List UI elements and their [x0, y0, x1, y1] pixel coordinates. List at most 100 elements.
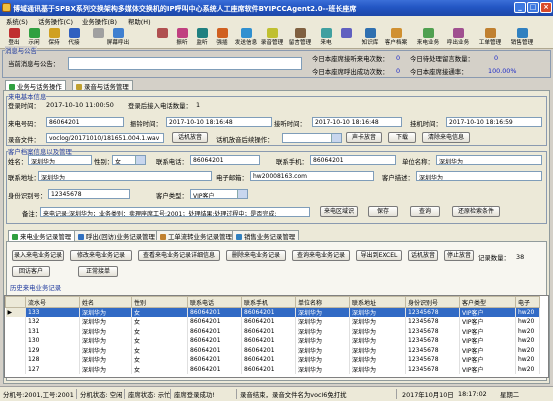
sales-mgmt-button[interactable]: 销售管理: [510, 28, 534, 48]
query-incoming-record-button[interactable]: 查询来电业务记录: [292, 250, 350, 261]
menu-help[interactable]: 帮助(H): [128, 17, 151, 26]
knowledge-base-button[interactable]: 知识库: [358, 28, 382, 48]
col-mobile[interactable]: 联系手机: [241, 296, 296, 308]
delete-incoming-record-button[interactable]: 删除来电业务记录: [226, 250, 286, 261]
soundcard-play-button[interactable]: 声卡放音: [346, 132, 382, 143]
mobile-field[interactable]: 86064201: [310, 155, 396, 165]
table-cell: 12345678: [405, 364, 460, 374]
customer-files-button[interactable]: 客户档案: [384, 28, 408, 48]
tel-field[interactable]: 86064201: [190, 155, 260, 165]
phone-play-button[interactable]: 话机放音: [172, 132, 208, 143]
table-row[interactable]: 128 深圳华为女 86064201 86064201 深圳华为 深圳华为 12345678…: [5, 355, 540, 365]
col-email[interactable]: 电子: [515, 296, 540, 308]
table-cell: 深圳华为: [79, 307, 132, 317]
table-cell: 86064201: [241, 355, 296, 365]
table-cell: 86064201: [241, 345, 296, 355]
table-row[interactable]: 130 深圳华为女 86064201 86064201 深圳华为 深圳华为 12345678…: [5, 336, 540, 346]
history-table[interactable]: 流水号 姓名 性别 联系电话 联系手机 单位名称 联系地址 身份识别号 客户类型…: [4, 295, 549, 378]
caller-field[interactable]: 86064201: [46, 117, 124, 127]
record-play-button[interactable]: 话机放音: [408, 250, 438, 261]
table-cell: hw20: [515, 307, 540, 317]
table-cell: 深圳华为: [79, 326, 132, 336]
maximize-button[interactable]: □: [527, 2, 539, 13]
sex-select[interactable]: 女: [112, 155, 146, 165]
incoming-icon: [320, 28, 332, 38]
outgoing-biz-button[interactable]: 呼出业务: [446, 28, 470, 48]
email-field[interactable]: hw20008163.com: [250, 171, 374, 181]
export-excel-button[interactable]: 导出到EXCEL: [356, 250, 402, 261]
col-address[interactable]: 联系地址: [349, 296, 406, 308]
outgoing-records-icon: [78, 234, 84, 240]
after-play-label: 话机放音后续操作：: [216, 136, 274, 144]
tab-incoming-records[interactable]: 来电业务记录管理: [8, 230, 76, 241]
table-cell: 深圳华为: [349, 364, 406, 374]
reset-search-button[interactable]: 还原检索条件: [452, 206, 500, 217]
col-company[interactable]: 单位名称: [295, 296, 350, 308]
after-play-select[interactable]: [282, 133, 342, 143]
normal-accept-button[interactable]: 正常接单: [78, 266, 118, 277]
table-row[interactable]: ▶ 133 深圳华为女 86064201 86064201 深圳华为 深圳华为 1234567…: [5, 307, 540, 317]
answer-time-field[interactable]: 2017-10-10 18:16:48: [312, 117, 402, 127]
caller-area-button[interactable]: 来电区域识: [320, 206, 358, 217]
send-message-button[interactable]: 发送信息: [234, 28, 258, 48]
col-id[interactable]: 身份识别号: [405, 296, 460, 308]
tab-sales-records[interactable]: 销售业务记录管理: [232, 230, 300, 241]
col-serial[interactable]: 流水号: [25, 296, 80, 308]
menu-biz-ops[interactable]: 业务操作(B): [82, 17, 117, 26]
tab-ticket-records[interactable]: 工单流转业务记录管理: [156, 230, 236, 241]
col-tel[interactable]: 联系电话: [187, 296, 242, 308]
screen-dial-button[interactable]: 屏幕呼出: [106, 28, 130, 48]
close-button[interactable]: ×: [540, 2, 552, 13]
recording-icon: [266, 28, 278, 38]
table-cell: 深圳华为: [295, 317, 350, 327]
revisit-customer-button[interactable]: 回访客户: [12, 266, 50, 277]
table-cell: 86064201: [187, 307, 242, 317]
tab-recording-mgmt[interactable]: 录音与话务管理: [72, 80, 133, 91]
type-select[interactable]: VIP客户: [190, 189, 248, 199]
col-name[interactable]: 姓名: [79, 296, 132, 308]
table-cell: 深圳华为: [79, 355, 132, 365]
table-row[interactable]: 127 深圳华为女 86064201 86064201 深圳华为 深圳华为 12345678…: [5, 364, 540, 374]
table-row[interactable]: 132 深圳华为女 86064201 86064201 深圳华为 深圳华为 12345678…: [5, 317, 540, 327]
name-field[interactable]: 深圳华为: [28, 155, 92, 165]
addr-field[interactable]: 深圳华为: [38, 171, 212, 181]
caller-label: 来电号码：: [8, 120, 40, 128]
search-button[interactable]: 查询: [410, 206, 440, 217]
ring-time-field[interactable]: 2017-10-10 18:16:48: [166, 117, 272, 127]
save-button[interactable]: 保存: [368, 206, 398, 217]
clear-call-info-button[interactable]: 清除来电信息: [422, 132, 470, 143]
note-field[interactable]: 来电记录:深圳华为；业务类别：卖理座席工号:2001；处理结果:处理过程中；是否…: [40, 207, 310, 217]
table-row[interactable]: 131 深圳华为女 86064201 86064201 深圳华为 深圳华为 12345678…: [5, 326, 540, 336]
minimize-button[interactable]: _: [514, 2, 526, 13]
add-incoming-record-button[interactable]: 录入来电业务记录: [12, 250, 64, 261]
logout-icon: [8, 28, 20, 38]
view-incoming-detail-button[interactable]: 查看来电业务记录详细信息: [138, 250, 220, 261]
ring-time-label: 振铃时间：: [130, 120, 162, 128]
tel-label: 联系电话：: [156, 158, 188, 166]
pickup-button[interactable]: 代接: [62, 28, 86, 48]
menu-call-ops[interactable]: 话务操作(C): [38, 17, 73, 26]
tab-outgoing-records[interactable]: 呼出(回访)业务记录管理: [74, 230, 159, 241]
table-cell: 深圳华为: [295, 355, 350, 365]
hangup-time-field[interactable]: 2017-10-10 18:16:59: [446, 117, 542, 127]
ticket-mgmt-button[interactable]: 工单管理: [478, 28, 502, 48]
col-sex[interactable]: 性别: [131, 296, 188, 308]
recfile-field[interactable]: voclog/20171010/181651.004.1.wav: [46, 133, 164, 143]
company-field[interactable]: 深圳华为: [436, 155, 542, 165]
stat-dial-value: 0: [396, 67, 401, 75]
desc-field[interactable]: 深圳华为: [416, 171, 542, 181]
table-cell: VIP客户: [459, 355, 516, 365]
stop-play-button[interactable]: 停止放音: [444, 250, 474, 261]
table-cell: 86064201: [241, 336, 296, 346]
voicemail-mgmt-button[interactable]: 留言管理: [288, 28, 312, 48]
table-cell: 127: [25, 364, 80, 374]
download-button[interactable]: 下载: [388, 132, 416, 143]
id-field[interactable]: 12345678: [48, 189, 130, 199]
col-type[interactable]: 客户类型: [459, 296, 516, 308]
menu-system[interactable]: 系统(S): [6, 17, 28, 26]
table-row[interactable]: 129 深圳华为女 86064201 86064201 深圳华为 深圳华为 12345678…: [5, 345, 540, 355]
stat-answer-value: 0: [396, 54, 401, 62]
edit-incoming-record-button[interactable]: 修改来电业务记录: [70, 250, 132, 261]
recording-mgmt-button[interactable]: 录音管理: [260, 28, 284, 48]
incoming-biz-button[interactable]: 来电业务: [416, 28, 440, 48]
